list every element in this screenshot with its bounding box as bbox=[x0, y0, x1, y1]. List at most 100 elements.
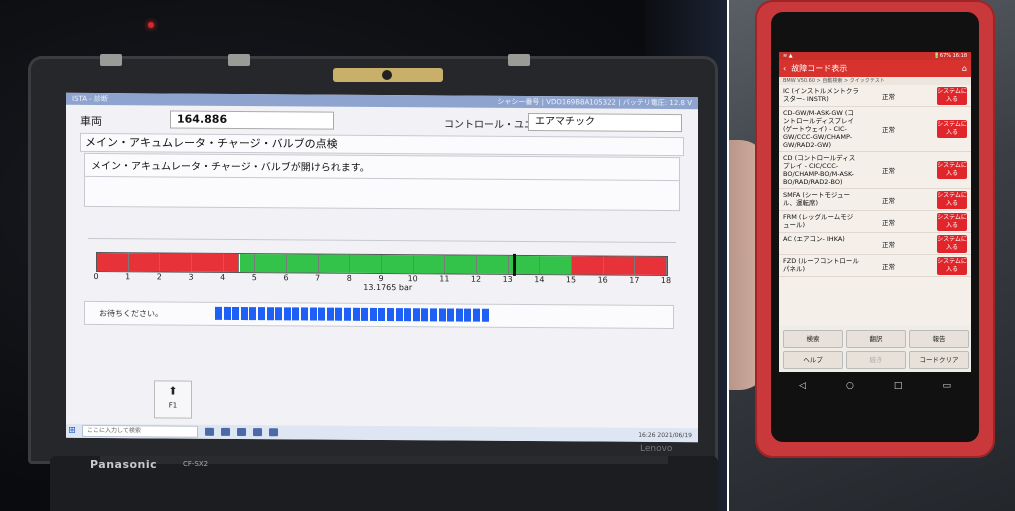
gauge-tick-label: 11 bbox=[439, 274, 450, 284]
module-name: IC (インストルメントクラスター- INSTR) bbox=[783, 87, 859, 103]
module-name: CD (コントロールディスプレイ - CIC/CCC-BO/CHAMP-BO/M… bbox=[783, 154, 856, 186]
edge-icon[interactable] bbox=[221, 427, 230, 436]
nav-extra-icon[interactable]: ▭ bbox=[942, 381, 951, 391]
f1-label: F1 bbox=[168, 401, 178, 410]
phone-screen: ≋ ▲ 🔋67% 16:18 ‹ 故障コード表示 ⌂ BMW V50.60 > … bbox=[779, 52, 971, 372]
progress-block bbox=[447, 308, 455, 322]
message-box: メイン・アキュムレータ・チャージ・バルブが開けられます。 bbox=[84, 152, 680, 212]
vehicle-value: 164.886 bbox=[170, 110, 334, 130]
progress-block bbox=[283, 307, 291, 321]
gauge-tick-label: 14 bbox=[534, 275, 545, 285]
fault-code-row: AC (エアコン- IHKA) 正常 システムに入る bbox=[779, 233, 971, 255]
phone-body: ≋ ▲ 🔋67% 16:18 ‹ 故障コード表示 ⌂ BMW V50.60 > … bbox=[771, 12, 979, 442]
webcam-icon bbox=[382, 70, 392, 80]
progress-block bbox=[215, 306, 222, 320]
model-label: CF-SX2 bbox=[183, 460, 209, 468]
progress-block bbox=[301, 307, 308, 321]
system-tray-clock: 16:26 2021/06/19 bbox=[638, 431, 692, 439]
nav-home-icon[interactable]: ○ bbox=[846, 381, 854, 391]
nav-recent-icon[interactable]: □ bbox=[894, 381, 903, 391]
enter-system-button[interactable]: システムに入る bbox=[937, 120, 967, 138]
fault-code-row: CD (コントロールディスプレイ - CIC/CCC-BO/CHAMP-BO/M… bbox=[779, 152, 971, 189]
progress-block bbox=[352, 307, 360, 321]
window-title: ISTA - 診断 bbox=[72, 94, 109, 104]
gauge-tick-label: 15 bbox=[565, 275, 577, 285]
lid-latch-center bbox=[228, 54, 250, 66]
gauge-tick-label: 10 bbox=[407, 274, 418, 284]
progress-block bbox=[240, 307, 248, 321]
enter-system-button[interactable]: システムに入る bbox=[937, 212, 967, 231]
search-button[interactable]: 検索 bbox=[783, 330, 843, 348]
fault-code-list: IC (インストルメントクラスター- INSTR) 正常 システムに入る CD-GW/… bbox=[779, 85, 971, 277]
enter-system-button[interactable]: システムに入る bbox=[937, 161, 967, 179]
progress-block bbox=[412, 308, 420, 322]
home-icon[interactable]: ⌂ bbox=[962, 60, 967, 77]
enter-system-button[interactable]: システムに入る bbox=[937, 190, 967, 209]
windows-start-icon[interactable]: ⊞ bbox=[66, 424, 78, 438]
report-button[interactable]: 報告 bbox=[909, 330, 969, 348]
help-button[interactable]: ヘルプ bbox=[783, 351, 843, 369]
progress-block bbox=[464, 308, 472, 322]
translate-button[interactable]: 翻訳 bbox=[846, 330, 906, 348]
progress-bar bbox=[215, 306, 491, 322]
back-icon[interactable]: ‹ bbox=[783, 60, 786, 77]
gauge-needle bbox=[513, 253, 517, 276]
pressure-gauge: 0 1 2 3 4 5 6 7 8 9 10 11 12 13 14 15 16 17 18 13.1765 bar bbox=[88, 237, 676, 294]
phone-button-bar: 検索 翻訳 報告 ヘルプ 続き コードクリア bbox=[779, 326, 971, 372]
progress-block bbox=[430, 308, 437, 322]
progress-block bbox=[309, 307, 317, 321]
arrow-up-icon: ⬆ bbox=[168, 384, 178, 398]
gauge-segment bbox=[223, 253, 240, 273]
gauge-tick-label: 12 bbox=[470, 274, 482, 284]
gauge-tick-label: 9 bbox=[378, 273, 384, 284]
store-icon[interactable] bbox=[253, 428, 262, 437]
clear-codes-button[interactable]: コードクリア bbox=[909, 351, 969, 369]
progress-block bbox=[335, 307, 343, 321]
progress-block bbox=[378, 307, 386, 322]
webcam-bar bbox=[333, 68, 443, 82]
gauge-tick-label: 18 bbox=[660, 275, 672, 286]
ista-app-icon[interactable] bbox=[269, 428, 278, 437]
progress-block bbox=[275, 307, 283, 321]
gauge-tick-label: 3 bbox=[188, 272, 194, 282]
vehicle-row: 車両 164.886 コントロール・ユニット エアマチック bbox=[76, 110, 688, 133]
progress-block bbox=[258, 307, 265, 321]
gauge-value-text: 13.1765 bar bbox=[363, 282, 413, 293]
panasonic-logo: Panasonic bbox=[90, 458, 158, 471]
module-name: FRM (レッグルームモジュール) bbox=[783, 213, 854, 229]
gauge-segment bbox=[160, 253, 192, 272]
continue-button[interactable]: 続き bbox=[846, 351, 906, 369]
gauge-tick-label: 13 bbox=[502, 274, 513, 284]
lid-latch-right bbox=[508, 54, 530, 66]
module-status: 正常 bbox=[882, 240, 895, 249]
task-view-icon[interactable] bbox=[205, 427, 214, 436]
control-unit-value: エアマチック bbox=[528, 113, 682, 133]
progress-block bbox=[404, 308, 412, 322]
window-status: シャシー番号 | VDO169B8A105322 | バッテリ電圧: 12.8 … bbox=[497, 97, 692, 108]
nav-back-icon[interactable]: ◁ bbox=[799, 381, 806, 391]
module-status: 正常 bbox=[882, 167, 895, 175]
fault-code-row: SMFA (シートモジュール、運転席) 正常 システムに入る bbox=[779, 189, 971, 211]
enter-system-button[interactable]: システムに入る bbox=[937, 86, 967, 105]
android-navbar: ◁ ○ □ ▭ bbox=[779, 377, 971, 395]
progress-block bbox=[344, 307, 351, 321]
gauge-segment bbox=[192, 253, 224, 272]
phone-header-title: 故障コード表示 bbox=[791, 64, 848, 73]
explorer-icon[interactable] bbox=[237, 427, 246, 437]
gauge-segment bbox=[255, 254, 287, 273]
taskbar-search-input[interactable]: ここに入力して検索 bbox=[82, 424, 198, 438]
progress-block bbox=[249, 307, 257, 321]
module-name: FZD (ルーフコントロールパネル) bbox=[783, 257, 859, 273]
gauge-segment bbox=[350, 254, 382, 273]
f1-button[interactable]: ⬆ F1 bbox=[154, 380, 192, 419]
status-icons-right: 🔋67% 16:18 bbox=[933, 53, 967, 59]
gauge-segment bbox=[413, 255, 446, 274]
gauge-segment bbox=[287, 254, 319, 273]
progress-block bbox=[438, 308, 446, 322]
progress-block bbox=[395, 308, 403, 322]
enter-system-button[interactable]: システムに入る bbox=[937, 234, 967, 253]
fault-code-row: FZD (ルーフコントロールパネル) 正常 システムに入る bbox=[779, 255, 971, 277]
enter-system-button[interactable]: システムに入る bbox=[937, 256, 967, 275]
progress-block bbox=[232, 306, 240, 321]
wait-text: お待ちください。 bbox=[99, 309, 163, 319]
